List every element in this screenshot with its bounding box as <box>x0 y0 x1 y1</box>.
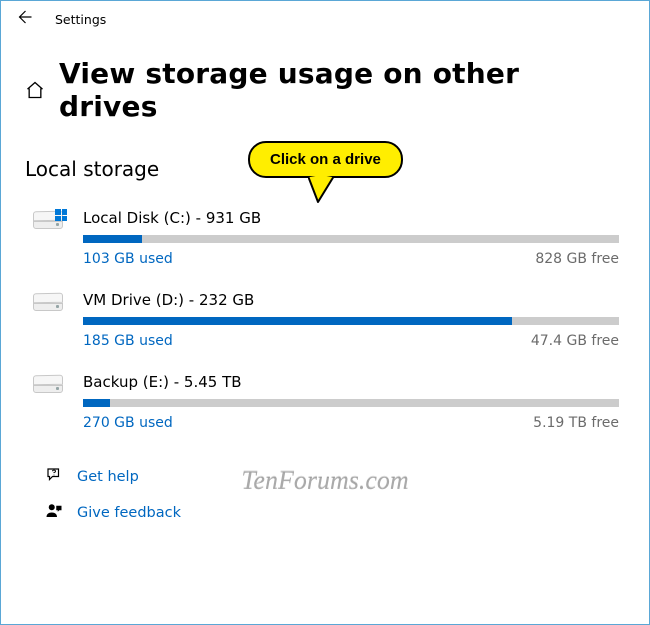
title-bar: Settings <box>1 1 649 37</box>
drive-main: Local Disk (C:) - 931 GB 103 GB used 828… <box>83 209 619 267</box>
storage-bar-fill <box>83 317 512 325</box>
app-title: Settings <box>55 12 106 27</box>
storage-bar-fill <box>83 235 142 243</box>
annotation-callout: Click on a drive <box>248 141 403 178</box>
back-button[interactable] <box>15 8 33 30</box>
get-help-link[interactable]: Get help <box>45 459 619 495</box>
home-icon[interactable] <box>25 80 45 100</box>
drive-list: Local Disk (C:) - 931 GB 103 GB used 828… <box>1 185 649 441</box>
drive-used: 185 GB used <box>83 333 173 349</box>
drive-stats: 185 GB used 47.4 GB free <box>83 333 619 349</box>
drive-main: Backup (E:) - 5.45 TB 270 GB used 5.19 T… <box>83 373 619 431</box>
footer-links: Get help Give feedback <box>1 441 649 541</box>
drive-stats: 270 GB used 5.19 TB free <box>83 415 619 431</box>
page-header: View storage usage on other drives <box>1 37 649 139</box>
drive-free: 5.19 TB free <box>533 415 619 431</box>
page-title: View storage usage on other drives <box>59 57 625 123</box>
drive-icon <box>31 375 65 399</box>
drive-stats: 103 GB used 828 GB free <box>83 251 619 267</box>
drive-free: 828 GB free <box>535 251 619 267</box>
drive-name: VM Drive (D:) - 232 GB <box>83 291 619 309</box>
storage-bar <box>83 399 619 407</box>
drive-icon <box>31 293 65 317</box>
drive-used: 270 GB used <box>83 415 173 431</box>
windows-drive-icon <box>31 211 65 235</box>
help-icon <box>45 466 63 488</box>
drive-name: Local Disk (C:) - 931 GB <box>83 209 619 227</box>
get-help-label: Get help <box>77 469 139 485</box>
annotation-text: Click on a drive <box>248 141 403 178</box>
drive-row[interactable]: Backup (E:) - 5.45 TB 270 GB used 5.19 T… <box>31 359 619 441</box>
drive-free: 47.4 GB free <box>531 333 619 349</box>
drive-row[interactable]: Local Disk (C:) - 931 GB 103 GB used 828… <box>31 195 619 277</box>
drive-main: VM Drive (D:) - 232 GB 185 GB used 47.4 … <box>83 291 619 349</box>
drive-name: Backup (E:) - 5.45 TB <box>83 373 619 391</box>
storage-bar-fill <box>83 399 110 407</box>
storage-bar <box>83 317 619 325</box>
give-feedback-link[interactable]: Give feedback <box>45 495 619 531</box>
drive-used: 103 GB used <box>83 251 173 267</box>
feedback-icon <box>45 502 63 524</box>
storage-bar <box>83 235 619 243</box>
drive-row[interactable]: VM Drive (D:) - 232 GB 185 GB used 47.4 … <box>31 277 619 359</box>
give-feedback-label: Give feedback <box>77 505 181 521</box>
